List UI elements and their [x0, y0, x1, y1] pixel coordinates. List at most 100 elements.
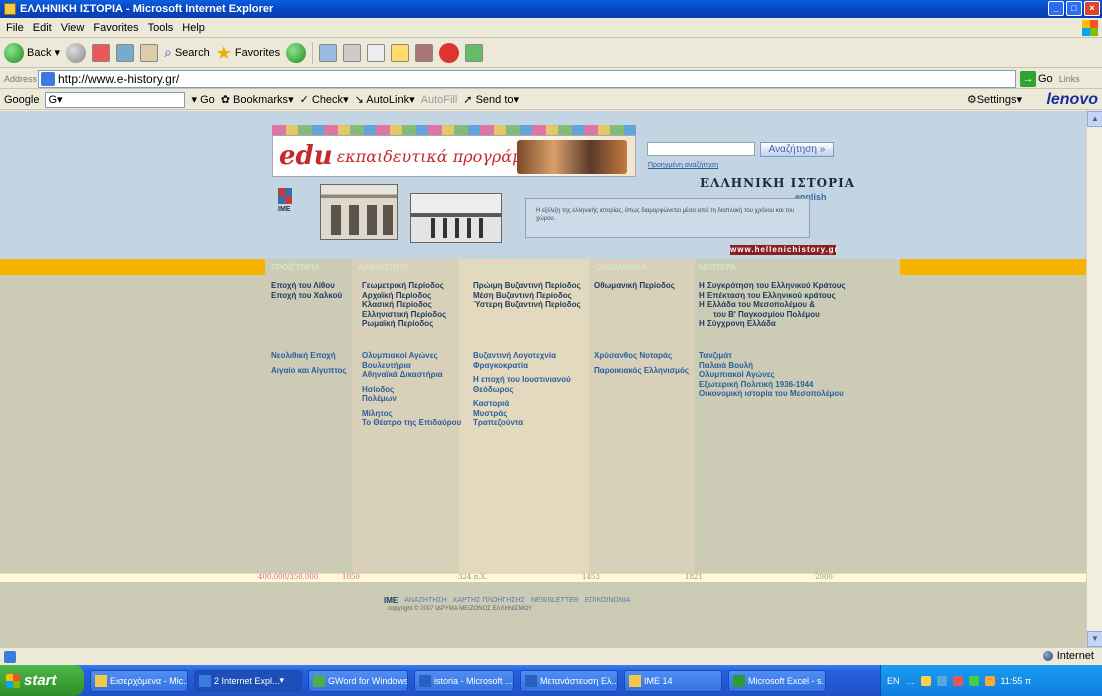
period-head-modern[interactable]: ΝΕΟΤΕΡΑ: [698, 263, 736, 272]
menu-tools[interactable]: Tools: [148, 22, 174, 34]
topic-link[interactable]: Βουλευτήρια: [362, 361, 461, 371]
edu-banner[interactable]: edu εκπαιδευτικά προγράμματα: [272, 135, 636, 177]
favorites-button[interactable]: ★ Favorites: [216, 44, 280, 62]
taskbar-item[interactable]: IME 14: [624, 669, 722, 692]
period-head-antiquity[interactable]: ΑΡΧΑΙΟΤΗΤΑ: [358, 263, 409, 272]
period-head-prehistory[interactable]: ΠΡΟΪΣΤΟΡΙΑ: [271, 263, 320, 272]
topic-link[interactable]: Η εποχή του Ιουστινιανού: [473, 375, 571, 385]
clock[interactable]: 11:55 π: [1001, 676, 1032, 686]
topic-link[interactable]: Τραπεζούντα: [473, 418, 571, 428]
period-link[interactable]: του Β' Παγκοσμίου Πολέμου: [699, 310, 846, 320]
topic-link[interactable]: Χρύσανθος Νοταράς: [594, 351, 689, 361]
period-head-ottoman[interactable]: ΟΘΩΜΑΝΙΚΑ: [596, 263, 647, 272]
tray-icon[interactable]: [952, 675, 963, 686]
window-titlebar[interactable]: ΕΛΛΗΝΙΚΗ ΙΣΤΟΡΙΑ - Microsoft Internet Ex…: [0, 0, 1102, 18]
topic-link[interactable]: Βυζαντινή Λογοτεχνία: [473, 351, 571, 361]
topic-link[interactable]: Οικονομική ιστορία του Μεσοπολέμου: [699, 389, 844, 399]
period-head-byzantium[interactable]: ΒΥΖΑΝΤΙΟ: [472, 263, 513, 272]
site-search-input[interactable]: [647, 142, 755, 156]
topic-link[interactable]: Αθηναϊκά Δικαστήρια: [362, 370, 461, 380]
taskbar-item[interactable]: GWord for Windows: [308, 669, 408, 692]
topic-link[interactable]: Καστοριά: [473, 399, 571, 409]
advanced-search-link[interactable]: Προηγμένη αναζήτηση: [648, 162, 718, 169]
stop-button[interactable]: [92, 43, 110, 62]
maximize-button[interactable]: □: [1066, 1, 1082, 16]
period-link[interactable]: Ύστερη Βυζαντινή Περίοδος: [473, 300, 581, 310]
period-link[interactable]: Η Συγκρότηση του Ελληνικού Κράτους: [699, 281, 846, 291]
google-settings-button[interactable]: ⚙Settings▾: [967, 93, 1022, 106]
topic-link[interactable]: Παροικιακός Ελληνισμός: [594, 366, 689, 376]
links-label[interactable]: Links: [1059, 74, 1080, 84]
period-link[interactable]: Αρχαϊκή Περίοδος: [362, 291, 446, 301]
period-link[interactable]: Ελληνιστική Περίοδος: [362, 310, 446, 320]
address-input[interactable]: http://www.e-history.gr/: [38, 69, 1016, 88]
topic-link[interactable]: Παλαιά Βουλή: [699, 361, 844, 371]
google-sendto-button[interactable]: ➚ Send to▾: [463, 93, 519, 106]
topic-link[interactable]: Ολυμπιακοί Αγώνες: [362, 351, 461, 361]
period-link[interactable]: Η Ελλάδα του Μεσοπολέμου &: [699, 300, 846, 310]
tray-icon[interactable]: [984, 675, 995, 686]
tray-icon[interactable]: [968, 675, 979, 686]
tray-expand-icon[interactable]: …: [906, 676, 915, 686]
tray-icon[interactable]: [936, 675, 947, 686]
language-indicator[interactable]: EN: [887, 676, 900, 686]
google-brand[interactable]: Google: [4, 94, 39, 106]
google-autofill-button[interactable]: AutoFill: [421, 94, 458, 106]
minimize-button[interactable]: _: [1048, 1, 1064, 16]
topic-link[interactable]: Εξωτερική Πολιτική 1936-1944: [699, 380, 844, 390]
research-button[interactable]: [415, 43, 434, 62]
taskbar-item[interactable]: Μετανάστευση Ελ...: [520, 669, 618, 692]
footer-search-link[interactable]: ΑΝΑΖΗΤΗΣΗ: [404, 597, 446, 604]
google-search-input[interactable]: G▾: [45, 91, 186, 108]
period-link[interactable]: Γεωμετρική Περίοδος: [362, 281, 446, 291]
topic-link[interactable]: Μίλητος: [362, 409, 461, 419]
site-search-button[interactable]: Αναζήτηση »: [760, 142, 834, 157]
menu-file[interactable]: File: [6, 22, 24, 34]
print-button[interactable]: [343, 43, 362, 62]
taskbar-item[interactable]: istoria - Microsoft ...: [414, 669, 514, 692]
topic-link[interactable]: Αιγαίο και Αίγυπτος: [271, 366, 347, 376]
period-link[interactable]: Οθωμανική Περίοδος: [594, 281, 675, 291]
taskbar-item[interactable]: Εισερχόμενα - Mic...: [90, 669, 188, 692]
extra-button[interactable]: [465, 43, 484, 62]
start-button[interactable]: start: [0, 665, 84, 696]
topic-link[interactable]: Τανζιμάτ: [699, 351, 844, 361]
search-button[interactable]: ⌕ Search: [164, 44, 210, 61]
taskbar-item[interactable]: Microsoft Excel - s...: [728, 669, 826, 692]
topic-link[interactable]: Μυστράς: [473, 409, 571, 419]
vertical-scrollbar[interactable]: ▲ ▼: [1086, 111, 1102, 647]
ime-logo-icon[interactable]: [278, 188, 292, 204]
refresh-button[interactable]: [116, 43, 134, 62]
messenger-button[interactable]: [439, 42, 460, 63]
forward-button[interactable]: [66, 42, 86, 63]
period-link[interactable]: Κλασική Περίοδος: [362, 300, 446, 310]
period-link[interactable]: Μέση Βυζαντινή Περίοδος: [473, 291, 581, 301]
google-go-button[interactable]: ▾ Go: [191, 93, 214, 106]
close-button[interactable]: ×: [1084, 1, 1100, 16]
google-autolink-button[interactable]: ↘ AutoLink▾: [355, 93, 415, 106]
topic-link[interactable]: Νεολιθική Εποχή: [271, 351, 347, 361]
footer-contact-link[interactable]: ΕΠΙΚΟΙΝΩΝΙΑ: [585, 597, 630, 604]
period-link[interactable]: Ρωμαϊκή Περίοδος: [362, 319, 446, 329]
folder-button[interactable]: [391, 43, 410, 62]
tray-icon[interactable]: [920, 675, 931, 686]
topic-link[interactable]: Πολέμων: [362, 394, 461, 404]
hellenichistory-link[interactable]: www.hellenichistory.gr: [730, 245, 838, 255]
menu-help[interactable]: Help: [182, 22, 205, 34]
period-link[interactable]: Εποχή του Χαλκού: [271, 291, 342, 301]
scroll-down-arrow-icon[interactable]: ▼: [1087, 631, 1102, 647]
taskbar-item[interactable]: 2 Internet Expl... ▾: [194, 669, 302, 692]
footer-ime-link[interactable]: IME: [384, 596, 398, 605]
footer-newsletter-link[interactable]: NEWSLETTER: [531, 597, 579, 604]
home-button[interactable]: [140, 43, 158, 62]
mail-button[interactable]: [319, 43, 338, 62]
google-bookmarks-button[interactable]: ✿ Bookmarks▾: [221, 93, 294, 106]
topic-link[interactable]: Ησίοδος: [362, 385, 461, 395]
edit-button[interactable]: [367, 43, 386, 62]
topic-link[interactable]: Το Θέατρο της Επιδαύρου: [362, 418, 461, 428]
topic-link[interactable]: Θεόδωρος: [473, 385, 571, 395]
period-link[interactable]: Πρώιμη Βυζαντινή Περίοδος: [473, 281, 581, 291]
google-check-button[interactable]: ✓ Check▾: [300, 93, 349, 106]
menu-edit[interactable]: Edit: [33, 22, 52, 34]
menu-view[interactable]: View: [61, 22, 85, 34]
